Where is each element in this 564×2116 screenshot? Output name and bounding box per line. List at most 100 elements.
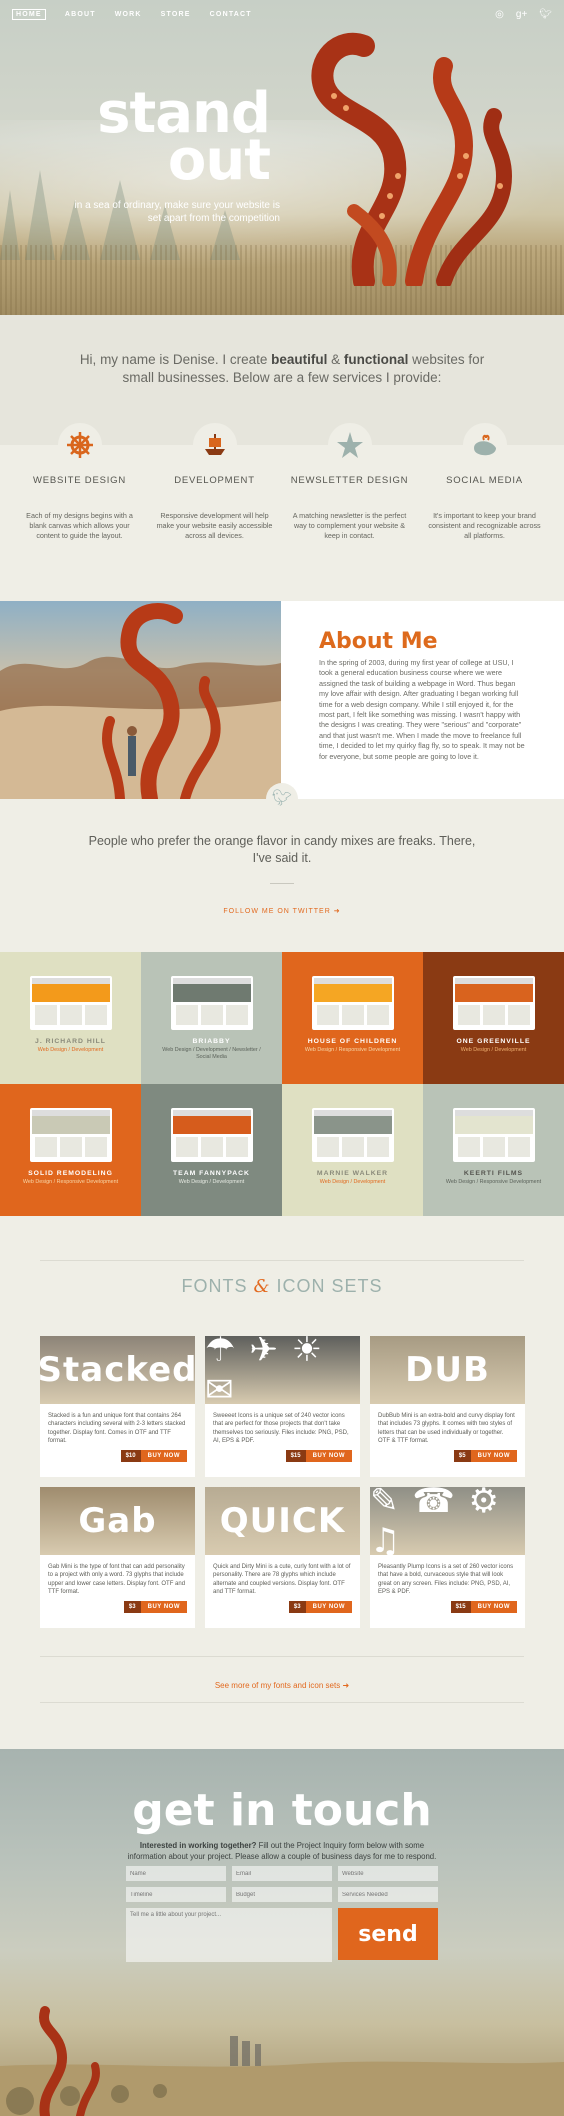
- hero-title: stand out: [80, 86, 271, 189]
- website-field[interactable]: [338, 1866, 438, 1881]
- send-button[interactable]: send: [338, 1908, 438, 1960]
- service-title: DEVELOPMENT: [174, 475, 255, 486]
- product-preview-image[interactable]: DUB: [370, 1336, 525, 1404]
- services-needed-field[interactable]: [338, 1887, 438, 1902]
- twitter-bird-icon: 🐦︎: [266, 783, 298, 815]
- portfolio-client-name: SOLID REMODELING: [28, 1170, 113, 1177]
- product-card: QUICK Quick and Dirty Mini is a cute, cur…: [205, 1487, 360, 1628]
- website-mockup: [311, 976, 394, 1030]
- portfolio-tags: Web Design / Responsive Development: [445, 1179, 542, 1185]
- nav-store[interactable]: STORE: [161, 11, 191, 18]
- portfolio-tile[interactable]: J. RICHARD HILL Web Design / Development: [0, 952, 141, 1084]
- portfolio-tags: Web Design / Development: [37, 1047, 104, 1053]
- product-preview-word: QUICK: [219, 1501, 346, 1541]
- service-title: WEBSITE DESIGN: [32, 475, 127, 486]
- nav-home[interactable]: HOME: [12, 9, 46, 20]
- name-field[interactable]: [126, 1866, 226, 1881]
- product-preview-word: ✎ ☎ ⚙ ♫: [370, 1487, 500, 1555]
- product-price: $3: [123, 1601, 141, 1613]
- product-price: $15: [450, 1601, 471, 1613]
- website-mockup: [29, 976, 112, 1030]
- buy-now-button[interactable]: BUY NOW: [305, 1450, 352, 1462]
- buy-now-button[interactable]: BUY NOW: [470, 1601, 517, 1613]
- see-more-fonts-link[interactable]: See more of my fonts and icon sets ➜: [40, 1681, 524, 1690]
- starfish-icon: [327, 423, 372, 467]
- portfolio-tile[interactable]: BRIABBY Web Design / Development / Newsle…: [141, 952, 282, 1084]
- website-mockup: [170, 1108, 253, 1162]
- nav-about[interactable]: ABOUT: [65, 11, 96, 18]
- portfolio-client-name: BRIABBY: [192, 1038, 231, 1045]
- product-preview-image[interactable]: QUICK: [205, 1487, 360, 1555]
- buy-now-button[interactable]: BUY NOW: [140, 1450, 187, 1462]
- product-preview-image[interactable]: ✎ ☎ ⚙ ♫: [370, 1487, 525, 1555]
- website-mockup: [311, 1108, 394, 1162]
- contact-lead: Interested in working together? Fill out…: [127, 1841, 437, 1861]
- portfolio-tile[interactable]: KEERTI FILMS Web Design / Responsive Deve…: [423, 1084, 564, 1216]
- fonts-title: FONTS & ICON SETS: [181, 1276, 383, 1297]
- product-description: Stacked is a fun and unique font that co…: [48, 1413, 186, 1444]
- nav-contact[interactable]: CONTACT: [210, 11, 252, 18]
- service-development: DEVELOPMENT Responsive development will …: [147, 423, 282, 541]
- services-list: WEBSITE DESIGN Each of my designs begins…: [0, 423, 564, 601]
- ship-icon: [192, 423, 237, 467]
- budget-field[interactable]: [232, 1887, 332, 1902]
- about-section: About Me In the spring of 2003, during m…: [0, 601, 564, 799]
- service-social-media: SOCIAL MEDIA It's important to keep your…: [417, 423, 552, 541]
- main-nav: HOME ABOUT WORK STORE CONTACT ◎ g+ 🐦︎: [12, 9, 552, 20]
- portfolio-tags: Web Design / Responsive Development: [304, 1047, 401, 1053]
- dribbble-icon[interactable]: ◎: [495, 9, 504, 20]
- intro-text: Hi, my name is Denise. I create beautifu…: [79, 352, 485, 385]
- portfolio-tile[interactable]: MARNIE WALKER Web Design / Development: [282, 1084, 423, 1216]
- product-preview-image[interactable]: Stacked: [40, 1336, 195, 1404]
- product-card: Gab Gab Mini is the type of font that can…: [40, 1487, 195, 1628]
- portfolio-tile[interactable]: TEAM FANNYPACK Web Design / Development: [141, 1084, 282, 1216]
- twitter-icon[interactable]: 🐦︎: [539, 9, 552, 20]
- divider: [40, 1702, 524, 1703]
- contact-section: get in touch Interested in working toget…: [0, 1749, 564, 2116]
- nav-work[interactable]: WORK: [115, 11, 142, 18]
- service-text: Responsive development will help make yo…: [156, 511, 273, 540]
- intro-section: Hi, my name is Denise. I create beautifu…: [0, 315, 564, 423]
- product-cards: Stacked Stacked is a fun and unique font …: [40, 1336, 525, 1628]
- portfolio-tile[interactable]: ONE GREENVILLE Web Design / Development: [423, 952, 564, 1084]
- website-mockup: [452, 1108, 535, 1162]
- google-plus-icon[interactable]: g+: [516, 9, 527, 20]
- portfolio-tile[interactable]: HOUSE OF CHILDREN Web Design / Responsive…: [282, 952, 423, 1084]
- product-description: Sweeeet Icons is a unique set of 240 vec…: [213, 1413, 349, 1444]
- portfolio-client-name: MARNIE WALKER: [316, 1170, 389, 1177]
- service-title: NEWSLETTER DESIGN: [290, 475, 409, 486]
- fonts-section: FONTS & ICON SETS Stacked Stacked is a fu…: [0, 1216, 564, 1749]
- product-preview-word: DUB: [405, 1350, 490, 1390]
- farm-field-illustration: [0, 2006, 564, 2116]
- follow-twitter-link[interactable]: FOLLOW ME ON TWITTER ➜: [223, 908, 340, 915]
- divider: [40, 1656, 524, 1657]
- product-preview-word: Gab: [78, 1501, 157, 1541]
- hero-subtitle: in a sea of ordinary, make sure your web…: [74, 200, 280, 224]
- product-price: $5: [453, 1450, 471, 1462]
- portfolio-client-name: KEERTI FILMS: [463, 1170, 524, 1177]
- product-description: DubBub Mini is an extra-bold and curvy d…: [378, 1413, 515, 1444]
- buy-now-button[interactable]: BUY NOW: [305, 1601, 352, 1613]
- product-card: ✎ ☎ ⚙ ♫ Pleasantly Plump Icons is a set o…: [370, 1487, 525, 1628]
- portfolio-tile[interactable]: SOLID REMODELING Web Design / Responsive …: [0, 1084, 141, 1216]
- tweet-section: 🐦︎ People who prefer the orange flavor i…: [0, 783, 564, 952]
- product-preview-image[interactable]: Gab: [40, 1487, 195, 1555]
- product-card: ☂ ✈ ☀ ✉ Sweeeet Icons is a unique set of …: [205, 1336, 360, 1477]
- service-text: A matching newsletter is the perfect way…: [292, 511, 407, 540]
- portfolio-client-name: J. RICHARD HILL: [35, 1038, 106, 1045]
- project-message-field[interactable]: [126, 1908, 332, 1962]
- desert-photo-with-tentacles: [0, 601, 281, 799]
- product-description: Gab Mini is the type of font that can ad…: [48, 1564, 186, 1595]
- portfolio-tags: Web Design / Development: [319, 1179, 386, 1185]
- timeline-field[interactable]: [126, 1887, 226, 1902]
- buy-now-button[interactable]: BUY NOW: [140, 1601, 187, 1613]
- product-price: $3: [288, 1601, 306, 1613]
- divider: [40, 1260, 524, 1261]
- product-preview-word: Stacked: [40, 1350, 195, 1390]
- website-mockup: [452, 976, 535, 1030]
- buy-now-button[interactable]: BUY NOW: [470, 1450, 517, 1462]
- product-preview-image[interactable]: ☂ ✈ ☀ ✉: [205, 1336, 360, 1404]
- product-description: Quick and Dirty Mini is a cute, curly fo…: [213, 1564, 351, 1595]
- email-field[interactable]: [232, 1866, 332, 1881]
- octopus-tentacles-illustration: [311, 32, 513, 286]
